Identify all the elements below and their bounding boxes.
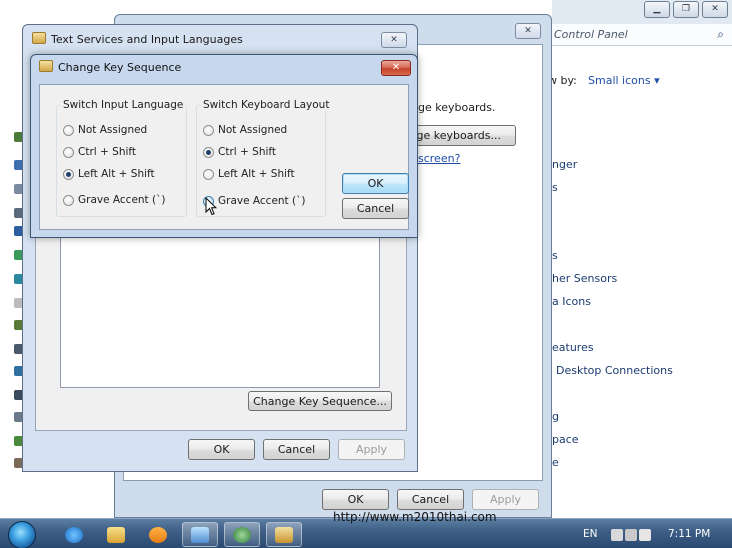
ok-button[interactable]: OK [322, 489, 389, 510]
cancel-button[interactable]: Cancel [397, 489, 464, 510]
network-tray-icon[interactable] [625, 529, 637, 541]
taskbar-explorer[interactable] [98, 522, 134, 547]
control-panel-item[interactable]: eatures [552, 341, 594, 354]
search-box[interactable]: Control Panel ⌕ [552, 24, 732, 46]
ok-button[interactable]: OK [342, 173, 409, 194]
taskbar-media-player[interactable] [140, 522, 176, 547]
search-placeholder: Control Panel [554, 28, 628, 41]
radio-option[interactable]: Grave Accent (`) [63, 193, 165, 207]
view-by-dropdown[interactable]: Small icons ▾ [588, 74, 660, 87]
radio-button-selected[interactable] [203, 146, 214, 158]
apply-button: Apply [472, 489, 539, 510]
radio-label: Not Assigned [78, 124, 148, 136]
watermark-text: http://www.m2010thai.com [333, 510, 497, 524]
control-panel-window: ▁ ❐ ✕ Control Panel ⌕ w by: Small icons … [548, 0, 732, 518]
cancel-button[interactable]: Cancel [342, 198, 409, 219]
control-panel-item[interactable]: nger [552, 158, 577, 171]
clock[interactable]: 7:11 PM [668, 528, 710, 540]
control-panel-item[interactable]: pace [552, 433, 579, 446]
remote-desktop-icon [191, 526, 209, 543]
keyboards-text: ge keyboards. [418, 101, 496, 114]
cancel-button[interactable]: Cancel [263, 439, 330, 460]
radio-label: Grave Accent (`) [218, 195, 306, 207]
control-panel-item[interactable]: s [552, 181, 558, 194]
radio-button[interactable] [63, 146, 74, 158]
radio-option[interactable]: Ctrl + Shift [63, 145, 136, 159]
taskbar-remote-desktop[interactable] [182, 522, 218, 547]
dialog-title: Change Key Sequence [58, 61, 182, 74]
dialog-title: Text Services and Input Languages [51, 33, 243, 46]
language-indicator[interactable]: EN [583, 528, 598, 540]
keyboard-settings-icon [32, 32, 46, 44]
action-center-icon[interactable] [611, 529, 623, 541]
close-button[interactable]: ✕ [381, 32, 407, 48]
taskbar-network[interactable] [224, 522, 260, 547]
network-icon [233, 526, 251, 543]
radio-button-selected[interactable] [63, 168, 74, 180]
radio-option[interactable]: Not Assigned [203, 123, 287, 137]
control-panel-item[interactable]: a Icons [552, 295, 591, 308]
close-button[interactable]: ✕ [381, 60, 411, 76]
radio-label: Left Alt + Shift [78, 168, 155, 180]
close-button[interactable]: ✕ [515, 23, 541, 39]
start-orb-icon[interactable] [8, 521, 36, 548]
explorer-folder-icon [107, 526, 125, 543]
taskbar-keyboard-settings[interactable] [266, 522, 302, 547]
radio-button[interactable] [203, 168, 214, 180]
control-panel-item[interactable]: Desktop Connections [556, 364, 673, 377]
radio-label: Left Alt + Shift [218, 168, 295, 180]
group-label: Switch Keyboard Layout [201, 99, 332, 111]
radio-button[interactable] [203, 124, 214, 136]
control-panel-item[interactable]: g [552, 410, 559, 423]
view-by-label: w by: [548, 74, 577, 87]
switch-input-language-group: Switch Input Language Not Assigned Ctrl … [56, 99, 187, 217]
keyboard-settings-icon [275, 526, 293, 543]
volume-icon[interactable] [639, 529, 651, 541]
taskbar-internet-explorer[interactable] [56, 522, 92, 547]
radio-option[interactable]: Ctrl + Shift [203, 145, 276, 159]
media-player-icon [149, 526, 167, 543]
maximize-button[interactable]: ❐ [673, 1, 699, 18]
mouse-cursor-icon [205, 197, 217, 216]
radio-label: Ctrl + Shift [218, 146, 277, 158]
close-button[interactable]: ✕ [702, 1, 728, 18]
search-icon[interactable]: ⌕ [717, 27, 724, 42]
change-key-client: Switch Input Language Not Assigned Ctrl … [39, 84, 409, 230]
apply-button: Apply [338, 439, 405, 460]
control-panel-item[interactable]: her Sensors [552, 272, 617, 285]
control-panel-item[interactable]: e [552, 456, 559, 469]
ok-button[interactable]: OK [188, 439, 255, 460]
control-panel-item[interactable]: s [552, 249, 558, 262]
radio-label: Ctrl + Shift [78, 146, 137, 158]
radio-option[interactable]: Grave Accent (`) [203, 194, 305, 208]
group-label: Switch Input Language [61, 99, 186, 111]
text-services-buttons: OK Cancel Apply [188, 439, 405, 460]
hotkey-list[interactable] [60, 236, 380, 388]
keyboard-settings-icon [39, 60, 53, 72]
onscreen-link[interactable]: screen? [418, 152, 460, 165]
internet-explorer-icon [65, 526, 83, 543]
minimize-button[interactable]: ▁ [644, 1, 670, 18]
radio-label: Not Assigned [218, 124, 288, 136]
change-key-sequence-dialog: Change Key Sequence ✕ Switch Input Langu… [30, 54, 418, 238]
left-edge-strip [0, 0, 24, 518]
region-language-buttons: OK Cancel Apply [322, 489, 539, 510]
change-key-sequence-button[interactable]: Change Key Sequence... [248, 391, 392, 411]
radio-label: Grave Accent (`) [78, 194, 166, 206]
radio-option[interactable]: Not Assigned [63, 123, 147, 137]
radio-option[interactable]: Left Alt + Shift [203, 167, 295, 181]
radio-button[interactable] [63, 194, 74, 206]
radio-button[interactable] [63, 124, 74, 136]
radio-option[interactable]: Left Alt + Shift [63, 167, 155, 181]
text-services-client: Change Key Sequence... [35, 235, 407, 431]
